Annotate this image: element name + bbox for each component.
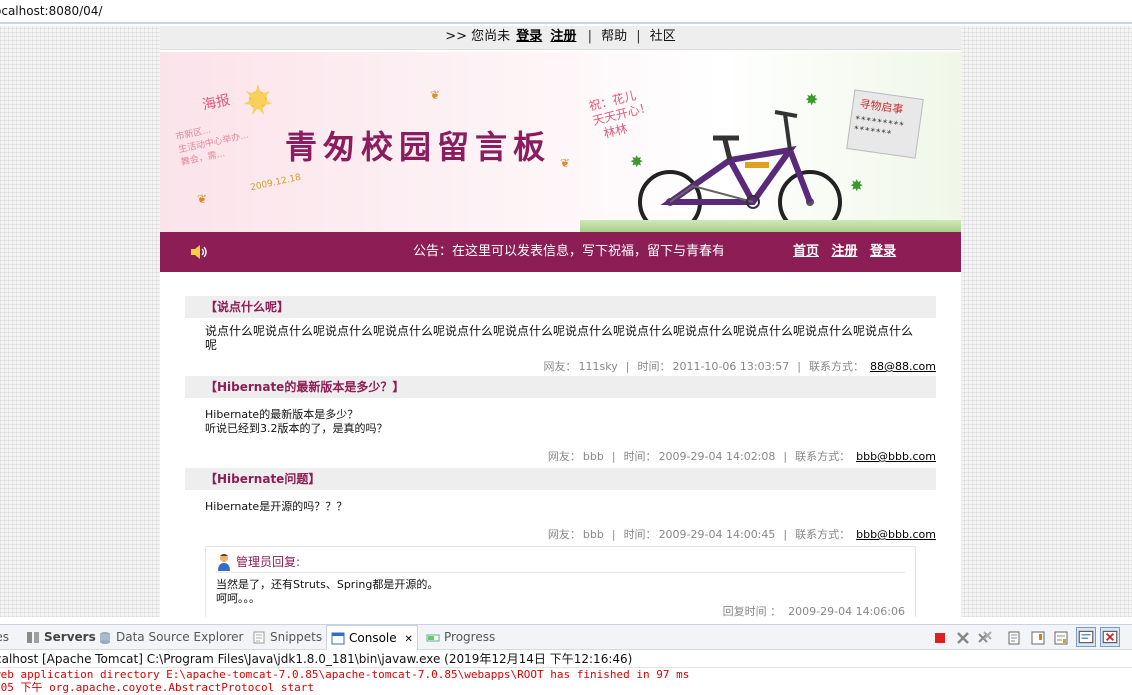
message-title: 【说点什么呢】 [185,296,936,318]
message-list: 【说点什么呢】 说点什么呢说点什么呢说点什么呢说点什么呢说点什么呢说点什么呢说点… [160,272,961,617]
progress-icon [426,634,440,642]
top-register-link[interactable]: 注册 [550,29,576,44]
divider: | [636,29,641,44]
leaf-icon: ✸ [850,176,864,195]
message-title: 【Hibernate问题】 [185,468,936,490]
register-link[interactable]: 注册 [832,244,858,259]
top-nav: >> 您尚未 登录 注册 | 帮助 | 社区 [160,26,961,50]
community-link[interactable]: 社区 [650,29,676,44]
reply-header: 管理员回复: [216,551,905,573]
lost-notice-text: ********* ******* [853,114,906,141]
snippets-icon [253,631,265,644]
browser-viewport: >> 您尚未 登录 注册 | 帮助 | 社区 海报 市新区... 生活动中心举办… [0,26,1132,617]
message-meta: 网友： bbb | 时间： 2009-29-04 14:00:45 | 联系方式： bbb@b… [547,528,936,541]
bicycle-icon [638,110,842,232]
login-link[interactable]: 登录 [870,244,896,259]
site-banner: 海报 市新区... 生活动中心举办... 舞会，需... 2009.12.18 … [160,52,961,232]
console-process-label: calhost [Apache Tomcat] C:\Program Files… [0,650,1132,668]
home-link[interactable]: 首页 [793,244,819,259]
close-icon[interactable]: ✕ [404,634,412,645]
stop-icon[interactable] [932,630,948,646]
speaker-icon[interactable] [190,244,208,260]
message-time: 2009-29-04 14:02:08 [658,450,776,463]
message-body: Hibernate是开源的吗？？？ [205,500,348,513]
reply-title: 管理员回复: [236,555,301,569]
divider: | [587,29,592,44]
message-author: 111sky [578,360,618,373]
tab-data-source-explorer[interactable]: Data Source Explorer [98,625,243,650]
top-login-link[interactable]: 登录 [516,29,542,44]
scroll-lock-icon[interactable] [1030,630,1046,646]
grass-strip [580,220,961,232]
message-meta: 网友： bbb | 时间： 2009-29-04 14:02:08 | 联系方式： bbb@b… [547,450,936,463]
servers-icon [27,632,39,643]
show-console-on-output-icon[interactable] [1076,627,1096,647]
address-bar[interactable]: ocalhost:8080/04/ [0,0,1132,24]
console-icon [331,632,345,645]
lost-notice-title: 寻物启事 [858,97,905,117]
tab-properties[interactable]: ies [0,625,9,650]
tab-servers[interactable]: Servers [26,625,96,650]
lost-notice-board: 寻物启事 ********* ******* [846,89,924,159]
remove-all-icon[interactable] [977,630,993,646]
console-output[interactable]: web application directory E:\apache-tomc… [0,668,1132,695]
message-meta: 网友： 111sky | 时间： 2011-10-06 13:03:57 | 联系方式： 88… [543,360,936,373]
show-console-on-error-icon[interactable] [1100,627,1120,647]
word-wrap-icon[interactable] [1053,630,1069,646]
data-source-icon [100,632,110,644]
message-body: 说点什么呢说点什么呢说点什么呢说点什么呢说点什么呢说点什么呢说点什么呢说点什么呢… [205,324,914,352]
butterfly-icon: ❦ [560,156,571,170]
admin-avatar-icon [218,554,230,571]
message-time: 2009-29-04 14:00:45 [658,528,776,541]
site-title: 青匆校园留言板 [285,128,552,166]
message-title: 【Hibernate的最新版本是多少？】 [185,376,936,398]
message-time: 2011-10-06 13:03:57 [672,360,790,373]
message-author: bbb [582,528,604,541]
reply-time: 回复时间 ： 2009-29-04 14:06:06 [722,605,905,617]
ide-view-tabs: ies Servers Data Source Explorer Snippet… [0,624,1132,650]
help-link[interactable]: 帮助 [601,29,627,44]
console-line: web application directory E:\apache-tomc… [0,668,690,681]
leaf-icon: ✸ [630,152,644,171]
message-author: bbb [582,450,604,463]
contact-link[interactable]: bbb@bbb.com [856,450,936,463]
contact-link[interactable]: 88@88.com [870,360,936,373]
tab-console[interactable]: Console ✕ [326,625,418,650]
notice-links: 首页 注册 登录 [793,232,904,272]
notice-bar: 公告：在这里可以发表信息，写下祝福，留下与青春有 首页 注册 登录 [160,232,961,272]
butterfly-icon: ❦ [197,192,208,206]
login-prompt: >> 您尚未 [445,29,511,44]
guestbook-page: >> 您尚未 登录 注册 | 帮助 | 社区 海报 市新区... 生活动中心举办… [160,26,961,617]
clear-console-icon[interactable] [1007,630,1023,646]
butterfly-icon: ❦ [430,88,441,102]
admin-reply: 管理员回复: 当然是了，还有Struts、Spring都是开源的。 呵呵。。。 … [205,546,916,617]
url-text: ocalhost:8080/04/ [0,4,103,18]
message-body: Hibernate的最新版本是多少？ 听说已经到3.2版本的了，是真的吗？ [205,408,388,435]
tab-progress[interactable]: Progress [426,625,495,650]
remove-launch-icon[interactable] [955,630,971,646]
leaf-icon: ✸ [805,90,819,109]
notice-text: 公告：在这里可以发表信息，写下祝福，留下与青春有 [413,244,723,259]
tab-snippets[interactable]: Snippets [252,625,322,650]
poster-graphic: 海报 市新区... 生活动中心举办... 舞会，需... 2009.12.18 [170,82,302,202]
reply-body: 当然是了，还有Struts、Spring都是开源的。 呵呵。。。 [216,578,439,605]
contact-link[interactable]: bbb@bbb.com [856,528,936,541]
console-line: :05 下午 org.apache.coyote.AbstractProtoco… [0,681,315,694]
